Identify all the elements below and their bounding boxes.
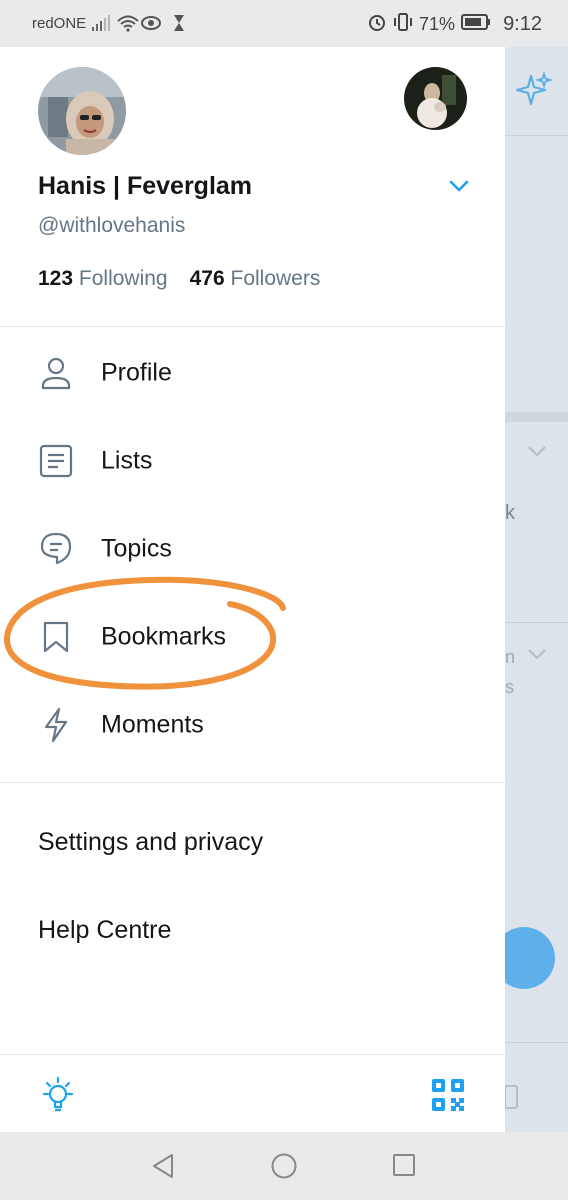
menu-item-moments[interactable]: Moments	[0, 690, 505, 760]
battery-icon	[461, 13, 491, 36]
status-right: 71% 9:12	[367, 12, 542, 37]
background-text: s	[505, 677, 514, 697]
background-text: k	[505, 502, 515, 524]
menu-item-label: Profile	[101, 358, 172, 387]
topics-icon	[38, 531, 74, 567]
sparkle-icon[interactable]	[513, 71, 553, 117]
chevron-down-icon	[527, 444, 547, 462]
menu-item-label: Lists	[101, 446, 153, 475]
recent-apps-icon[interactable]	[392, 1153, 416, 1182]
drawer-footer	[0, 1054, 505, 1133]
menu-item-profile[interactable]: Profile	[0, 338, 505, 408]
background-header	[505, 47, 568, 136]
help-centre-link[interactable]: Help Centre	[38, 916, 171, 945]
vibrate-icon	[393, 12, 413, 37]
back-icon[interactable]	[150, 1152, 176, 1185]
clock: 9:12	[503, 13, 542, 35]
menu-item-label: Bookmarks	[101, 622, 227, 651]
avatar[interactable]	[38, 67, 126, 155]
status-bar: redONE 71% 9:12	[0, 0, 568, 47]
carrier-label: redONE	[32, 15, 87, 32]
account-switch-avatar[interactable]	[404, 67, 467, 130]
menu-item-label: Topics	[101, 534, 172, 563]
person-icon	[38, 355, 74, 391]
menu-item-topics[interactable]: Topics	[0, 514, 505, 584]
following-label: Following	[78, 267, 168, 290]
user-handle: @withlovehanis	[38, 214, 186, 237]
divider	[0, 326, 505, 327]
follow-stats: 123 Following 476 Followers	[38, 267, 320, 291]
following-link[interactable]: 123 Following	[38, 267, 168, 290]
background-timeline: k n s	[493, 47, 568, 1132]
signal-wifi-icons	[92, 12, 187, 39]
qr-code-icon[interactable]	[430, 1077, 466, 1118]
following-count: 123	[38, 267, 74, 290]
background-separator	[505, 412, 568, 422]
display-name[interactable]: Hanis | Feverglam	[38, 172, 252, 201]
menu-item-lists[interactable]: Lists	[0, 426, 505, 496]
chevron-down-icon	[527, 647, 547, 665]
alarm-icon	[367, 12, 387, 37]
background-divider	[505, 1042, 568, 1043]
bookmark-icon	[38, 619, 74, 655]
menu-item-label: Moments	[101, 710, 204, 739]
navigation-drawer: Hanis | Feverglam @withlovehanis 123 Fol…	[0, 47, 505, 1132]
followers-link[interactable]: 476 Followers	[190, 267, 321, 290]
list-icon	[38, 443, 74, 479]
settings-privacy-link[interactable]: Settings and privacy	[38, 828, 263, 857]
home-icon[interactable]	[270, 1152, 298, 1185]
chevron-down-icon[interactable]	[448, 179, 470, 198]
battery-percent: 71%	[419, 14, 456, 34]
followers-label: Followers	[230, 267, 321, 290]
system-navigation-bar	[0, 1132, 568, 1200]
followers-count: 476	[189, 267, 225, 290]
background-divider	[505, 622, 568, 623]
lightbulb-icon[interactable]	[38, 1075, 78, 1120]
menu-item-bookmarks[interactable]: Bookmarks	[0, 602, 505, 672]
divider	[0, 782, 505, 783]
lightning-icon	[38, 707, 74, 743]
background-text: n	[505, 647, 516, 667]
